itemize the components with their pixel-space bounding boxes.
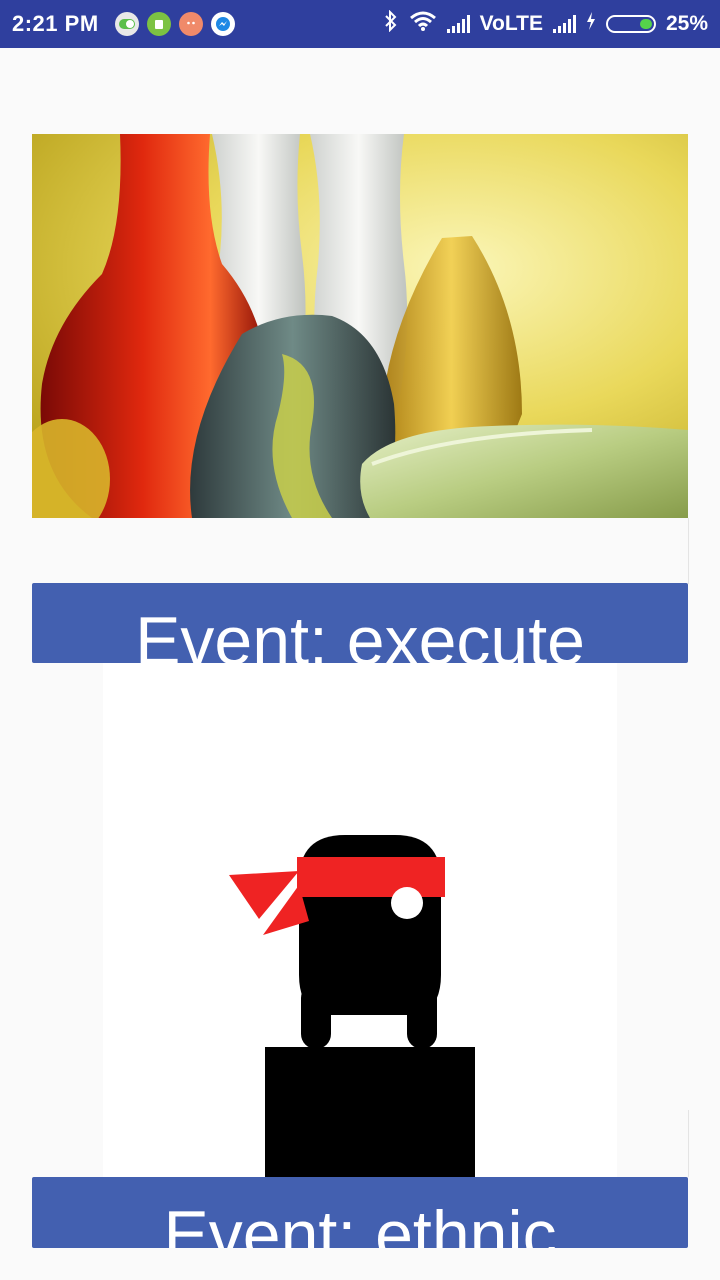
status-bar: 2:21 PM VoLTE 25% (0, 0, 720, 48)
wifi-icon (409, 10, 437, 38)
bluetooth-icon (383, 9, 399, 38)
network-type: VoLTE (479, 12, 543, 35)
battery-icon (605, 15, 656, 33)
messenger-icon (210, 12, 235, 36)
glass-vases-photo[interactable] (32, 134, 688, 518)
toggle-icon (114, 12, 139, 36)
signal-icon (552, 15, 576, 33)
face-icon (178, 12, 203, 36)
charging-icon (586, 11, 596, 37)
divider (688, 1110, 689, 1177)
status-time: 2:21 PM (12, 11, 99, 36)
event-title: Event: execute (135, 603, 585, 663)
event-title: Event: ethnic (163, 1197, 557, 1248)
status-icons: VoLTE 25% (383, 9, 708, 38)
signal-icon (446, 15, 470, 33)
android-icon (146, 12, 171, 36)
battery-percent: 25% (665, 12, 708, 35)
event-title-bar[interactable]: Event: execute (32, 583, 688, 663)
ninja-character-illustration[interactable] (103, 663, 617, 1177)
event-title-bar[interactable]: Event: ethnic (32, 1177, 688, 1248)
divider (688, 518, 689, 584)
